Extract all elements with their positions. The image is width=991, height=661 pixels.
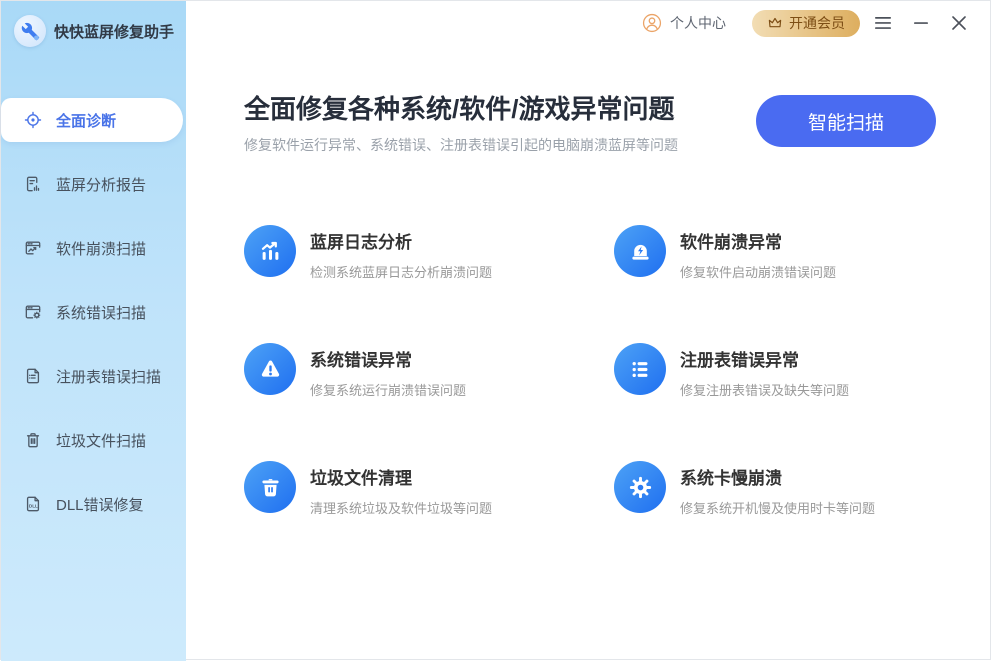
close-icon	[952, 16, 966, 30]
sidebar-item-label: 注册表错误扫描	[56, 366, 161, 387]
sidebar-item-registry-error-scan[interactable]: 注册表错误扫描	[1, 354, 186, 398]
sidebar-item-label: 垃圾文件扫描	[56, 430, 146, 451]
gear-icon	[614, 461, 666, 513]
card-desc: 清理系统垃圾及软件垃圾等问题	[310, 498, 492, 517]
hamburger-icon	[874, 16, 892, 30]
card-text: 系统卡慢崩溃 修复系统开机慢及使用时卡等问题	[680, 461, 875, 517]
card-system-error[interactable]: 系统错误异常 修复系统运行崩溃错误问题	[244, 343, 614, 399]
feature-grid: 蓝屏日志分析 检测系统蓝屏日志分析崩溃问题 软件崩溃异常 修复软件启动崩溃错误问…	[244, 225, 984, 517]
sidebar-item-label: 全面诊断	[56, 110, 116, 131]
card-text: 软件崩溃异常 修复软件启动崩溃错误问题	[680, 225, 836, 281]
hero-section: 全面修复各种系统/软件/游戏异常问题 修复软件运行异常、系统错误、注册表错误引起…	[244, 93, 936, 155]
card-software-crash[interactable]: 软件崩溃异常 修复软件启动崩溃错误问题	[614, 225, 984, 281]
hero-text: 全面修复各种系统/软件/游戏异常问题 修复软件运行异常、系统错误、注册表错误引起…	[244, 93, 678, 155]
card-desc: 修复系统开机慢及使用时卡等问题	[680, 498, 875, 517]
dll-icon: DLL	[23, 494, 43, 514]
warning-icon	[244, 343, 296, 395]
app-logo-row: 快快蓝屏修复助手	[14, 15, 174, 47]
menu-button[interactable]	[868, 9, 898, 37]
sidebar-item-system-error-scan[interactable]: 系统错误扫描	[1, 290, 186, 334]
app-title: 快快蓝屏修复助手	[54, 21, 174, 42]
sidebar-item-label: 软件崩溃扫描	[56, 238, 146, 259]
sidebar-item-label: 蓝屏分析报告	[56, 174, 146, 195]
card-title: 垃圾文件清理	[310, 464, 492, 489]
report-icon	[23, 174, 43, 194]
system-error-icon	[23, 302, 43, 322]
sidebar-item-bluescreen-report[interactable]: 蓝屏分析报告	[1, 162, 186, 206]
minimize-button[interactable]	[906, 9, 936, 37]
card-desc: 修复注册表错误及缺失等问题	[680, 380, 849, 399]
sidebar-item-junk-file-scan[interactable]: 垃圾文件扫描	[1, 418, 186, 462]
card-text: 系统错误异常 修复系统运行崩溃错误问题	[310, 343, 466, 399]
card-title: 注册表错误异常	[680, 346, 849, 371]
crown-icon	[767, 15, 783, 31]
close-button[interactable]	[944, 9, 974, 37]
card-desc: 修复系统运行崩溃错误问题	[310, 380, 466, 399]
trash-icon	[23, 430, 43, 450]
sidebar-item-software-crash-scan[interactable]: 软件崩溃扫描	[1, 226, 186, 270]
sidebar: 快快蓝屏修复助手 全面诊断 蓝屏分析报告	[1, 1, 186, 661]
sidebar-item-label: DLL错误修复	[56, 494, 144, 515]
vip-upgrade-label: 开通会员	[789, 13, 845, 33]
smart-scan-button[interactable]: 智能扫描	[756, 95, 936, 147]
wrench-logo-icon	[14, 15, 46, 47]
card-text: 蓝屏日志分析 检测系统蓝屏日志分析崩溃问题	[310, 225, 492, 281]
card-registry-error[interactable]: 注册表错误异常 修复注册表错误及缺失等问题	[614, 343, 984, 399]
page-title: 全面修复各种系统/软件/游戏异常问题	[244, 93, 678, 127]
card-title: 系统卡慢崩溃	[680, 464, 875, 489]
sidebar-nav: 全面诊断 蓝屏分析报告 软件崩溃扫描	[1, 98, 186, 546]
app-window: 快快蓝屏修复助手 全面诊断 蓝屏分析报告	[0, 0, 991, 660]
sidebar-item-dll-error-repair[interactable]: DLL DLL错误修复	[1, 482, 186, 526]
chart-icon	[244, 225, 296, 277]
dll-text: DLL	[29, 504, 38, 509]
card-system-slow[interactable]: 系统卡慢崩溃 修复系统开机慢及使用时卡等问题	[614, 461, 984, 517]
user-center-label: 个人中心	[670, 13, 726, 33]
registry-icon	[23, 366, 43, 386]
trash-filled-icon	[244, 461, 296, 513]
card-title: 系统错误异常	[310, 346, 466, 371]
list-icon	[614, 343, 666, 395]
card-junk-file-clean[interactable]: 垃圾文件清理 清理系统垃圾及软件垃圾等问题	[244, 461, 614, 517]
person-icon	[641, 12, 663, 34]
card-title: 软件崩溃异常	[680, 228, 836, 253]
card-desc: 检测系统蓝屏日志分析崩溃问题	[310, 262, 492, 281]
card-text: 注册表错误异常 修复注册表错误及缺失等问题	[680, 343, 849, 399]
sidebar-item-full-diagnosis[interactable]: 全面诊断	[1, 98, 183, 142]
page-subtitle: 修复软件运行异常、系统错误、注册表错误引起的电脑崩溃蓝屏等问题	[244, 135, 678, 155]
minimize-icon	[914, 16, 928, 30]
card-text: 垃圾文件清理 清理系统垃圾及软件垃圾等问题	[310, 461, 492, 517]
topbar: 个人中心 开通会员	[186, 1, 990, 45]
app-crash-icon	[23, 238, 43, 258]
target-icon	[23, 110, 43, 130]
sidebar-item-label: 系统错误扫描	[56, 302, 146, 323]
card-desc: 修复软件启动崩溃错误问题	[680, 262, 836, 281]
card-bluescreen-log-analysis[interactable]: 蓝屏日志分析 检测系统蓝屏日志分析崩溃问题	[244, 225, 614, 281]
vip-upgrade-button[interactable]: 开通会员	[752, 10, 860, 37]
card-title: 蓝屏日志分析	[310, 228, 492, 253]
siren-icon	[614, 225, 666, 277]
user-center-button[interactable]: 个人中心	[641, 12, 726, 34]
